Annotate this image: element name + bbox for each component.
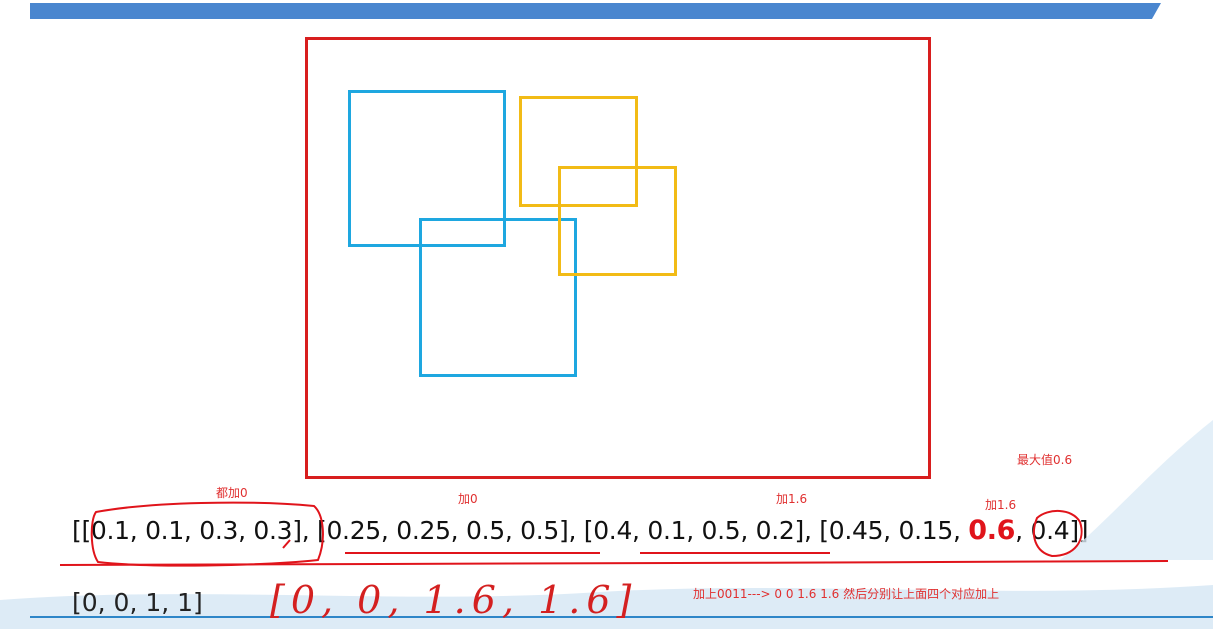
handwritten-offsets: [0, 0, 1.6, 1.6]	[270, 578, 638, 622]
background-wave-decoration	[0, 420, 1213, 629]
mask-row: [0, 0, 1, 1]	[72, 588, 203, 617]
mask-note: 加上0011---> 0 0 1.6 1.6 然后分别让上面四个对应加上	[693, 587, 1000, 601]
